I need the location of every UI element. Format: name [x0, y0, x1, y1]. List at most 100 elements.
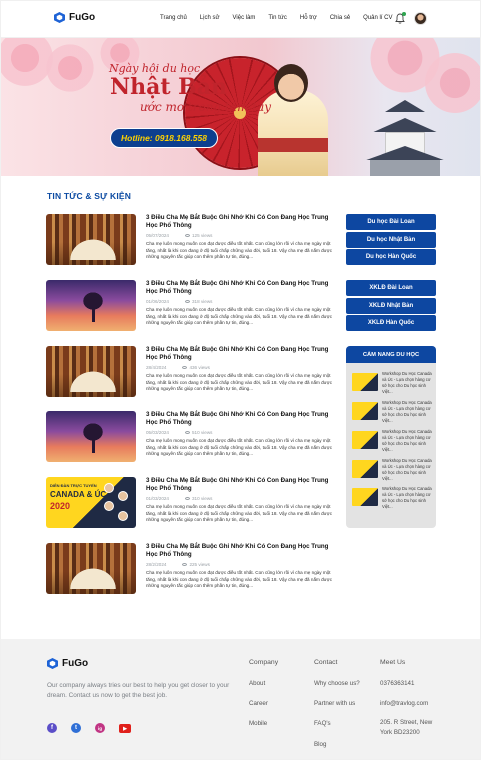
handbook-item-text[interactable]: Workshop Du Học Canada và Úc - Lựa chọn …	[382, 400, 434, 424]
handbook-item[interactable]: Workshop Du Học Canada và Úc - Lựa chọn …	[352, 486, 434, 510]
handbook-thumbnail[interactable]	[352, 402, 378, 420]
news-thumbnail[interactable]	[46, 214, 136, 265]
news-title[interactable]: 3 Điều Cha Mẹ Bắt Buộc Ghi Nhớ Khi Có Co…	[146, 411, 336, 428]
speaker-photo	[104, 501, 114, 511]
top-header: FuGo Trang chủ Lịch sử Việc làm Tin tức …	[0, 0, 481, 38]
news-description: Cha mẹ luôn mong muốn con đạt được điều …	[146, 438, 333, 457]
sidebar-btn-labor-taiwan[interactable]: XKLĐ Đài Loan	[346, 280, 436, 296]
footer-link-why[interactable]: Why choose us?	[314, 680, 360, 687]
twitter-icon[interactable]: t	[71, 723, 81, 733]
news-views: 310 views	[192, 496, 213, 501]
news-date: 28/2/2024	[146, 562, 167, 567]
blossom-decoration	[40, 43, 100, 93]
news-date: 05/07/2024	[146, 233, 169, 238]
news-date: 01/03/2024	[146, 496, 169, 501]
footer-link-mobile[interactable]: Mobile	[249, 720, 267, 727]
main-nav: Trang chủ Lịch sử Việc làm Tin tức Hỗ tr…	[160, 15, 406, 21]
news-title[interactable]: 3 Điều Cha Mẹ Bắt Buộc Ghi Nhớ Khi Có Co…	[146, 280, 336, 297]
news-item[interactable]: 3 Điều Cha Mẹ Bắt Buộc Ghi Nhớ Khi Có Co…	[46, 543, 336, 595]
news-date: 28/4/2024	[146, 365, 167, 370]
handbook-item[interactable]: Workshop Du Học Canada và Úc - Lựa chọn …	[352, 458, 434, 482]
news-date: 01/06/2024	[146, 299, 169, 304]
footer-meet-title: Meet Us	[380, 659, 406, 666]
thumbnail-headline: CANADA & ÚC	[50, 490, 107, 499]
logo-icon	[47, 658, 58, 669]
speaker-photo	[118, 511, 128, 521]
news-thumbnail[interactable]: DIỄN ĐÀN TRỰC TUYẾN CANADA & ÚC 2020	[46, 477, 136, 528]
footer-email[interactable]: info@travlog.com	[380, 699, 428, 709]
footer-link-partner[interactable]: Partner with us	[314, 700, 355, 707]
news-meta: 28/2/2024 225 views	[146, 562, 210, 567]
nav-item-history[interactable]: Lịch sử	[200, 15, 220, 21]
news-thumbnail[interactable]	[46, 411, 136, 462]
footer-link-blog[interactable]: Blog	[314, 741, 326, 748]
news-item[interactable]: DIỄN ĐÀN TRỰC TUYẾN CANADA & ÚC 2020 3 Đ…	[46, 477, 336, 529]
sidebar-btn-labor-japan[interactable]: XKLĐ Nhật Bản	[346, 298, 436, 314]
news-views: 318 views	[192, 299, 213, 304]
hotline-button[interactable]: Hotline: 0918.168.558	[110, 128, 218, 148]
handbook-item-text[interactable]: Workshop Du Học Canada và Úc - Lựa chọn …	[382, 429, 434, 453]
handbook-item-text[interactable]: Workshop Du Học Canada và Úc - Lựa chọn …	[382, 371, 434, 395]
handbook-thumbnail[interactable]	[352, 488, 378, 506]
eye-icon	[182, 563, 188, 567]
footer-logo[interactable]: FuGo	[47, 658, 88, 669]
logo-text: FuGo	[69, 12, 96, 23]
news-meta: 05/03/2024 510 views	[146, 430, 212, 435]
news-thumbnail[interactable]	[46, 346, 136, 397]
handbook-thumbnail[interactable]	[352, 460, 378, 478]
news-views: 225 views	[189, 562, 210, 567]
thumbnail-year: 2020	[50, 501, 71, 511]
news-description: Cha mẹ luôn mong muốn con đạt được điều …	[146, 504, 333, 523]
news-item[interactable]: 3 Điều Cha Mẹ Bắt Buộc Ghi Nhớ Khi Có Co…	[46, 411, 336, 463]
handbook-title: CẨM NANG DU HỌC	[346, 346, 436, 363]
nav-item-share[interactable]: Chia sẻ	[330, 15, 350, 21]
sidebar-btn-study-korea[interactable]: Du học Hàn Quốc	[346, 249, 436, 265]
footer-link-about[interactable]: About	[249, 680, 265, 687]
castle-roof	[366, 146, 444, 160]
logo-icon	[54, 12, 65, 23]
news-title[interactable]: 3 Điều Cha Mẹ Bắt Buộc Ghi Nhớ Khi Có Co…	[146, 543, 336, 560]
news-title[interactable]: 3 Điều Cha Mẹ Bắt Buộc Ghi Nhớ Khi Có Co…	[146, 477, 336, 494]
news-description: Cha mẹ luôn mong muốn con đạt được điều …	[146, 241, 333, 260]
notification-dot	[402, 12, 406, 16]
castle-base	[370, 160, 440, 176]
news-item[interactable]: 3 Điều Cha Mẹ Bắt Buộc Ghi Nhớ Khi Có Co…	[46, 214, 336, 266]
news-views: 125 views	[192, 233, 213, 238]
news-title[interactable]: 3 Điều Cha Mẹ Bắt Buộc Ghi Nhớ Khi Có Co…	[146, 346, 336, 363]
sidebar-btn-labor-korea[interactable]: XKLĐ Hàn Quốc	[346, 315, 436, 331]
sidebar-btn-study-taiwan[interactable]: Du học Đài Loan	[346, 214, 436, 230]
banner-tagline: ước mơ trong tầm tay	[140, 100, 272, 114]
nav-item-support[interactable]: Hỗ trợ	[300, 15, 317, 21]
kimono-obi	[258, 138, 328, 152]
facebook-icon[interactable]: f	[47, 723, 57, 733]
instagram-icon[interactable]: ig	[95, 723, 105, 733]
handbook-item[interactable]: Workshop Du Học Canada và Úc - Lựa chọn …	[352, 429, 434, 453]
nav-item-cv[interactable]: Quản lí CV	[363, 15, 392, 21]
eye-icon	[185, 497, 190, 501]
news-date: 05/03/2024	[146, 430, 169, 435]
youtube-icon[interactable]: ▶	[119, 724, 131, 733]
footer-phone[interactable]: 0376363141	[380, 679, 414, 689]
news-item[interactable]: 3 Điều Cha Mẹ Bắt Buộc Ghi Nhớ Khi Có Co…	[46, 280, 336, 332]
nav-item-home[interactable]: Trang chủ	[160, 15, 187, 21]
avatar[interactable]	[414, 12, 427, 25]
handbook-thumbnail[interactable]	[352, 373, 378, 391]
news-views: 510 views	[192, 430, 213, 435]
news-thumbnail[interactable]	[46, 280, 136, 331]
handbook-item[interactable]: Workshop Du Học Canada và Úc - Lựa chọn …	[352, 371, 434, 395]
news-item[interactable]: 3 Điều Cha Mẹ Bắt Buộc Ghi Nhớ Khi Có Co…	[46, 346, 336, 398]
sidebar-btn-study-japan[interactable]: Du học Nhật Bản	[346, 232, 436, 248]
handbook-item[interactable]: Workshop Du Học Canada và Úc - Lựa chọn …	[352, 400, 434, 424]
blossom-decoration	[420, 48, 481, 118]
handbook-item-text[interactable]: Workshop Du Học Canada và Úc - Lựa chọn …	[382, 458, 434, 482]
nav-item-jobs[interactable]: Việc làm	[233, 15, 256, 21]
handbook-item-text[interactable]: Workshop Du Học Canada và Úc - Lựa chọn …	[382, 486, 434, 510]
logo[interactable]: FuGo	[54, 12, 95, 23]
footer-link-career[interactable]: Career	[249, 700, 268, 707]
news-meta: 28/4/2024 436 views	[146, 365, 210, 370]
news-title[interactable]: 3 Điều Cha Mẹ Bắt Buộc Ghi Nhớ Khi Có Co…	[146, 214, 336, 231]
footer-link-faq[interactable]: FAQ's	[314, 720, 331, 727]
handbook-thumbnail[interactable]	[352, 431, 378, 449]
news-thumbnail[interactable]	[46, 543, 136, 594]
nav-item-news[interactable]: Tin tức	[268, 15, 286, 21]
